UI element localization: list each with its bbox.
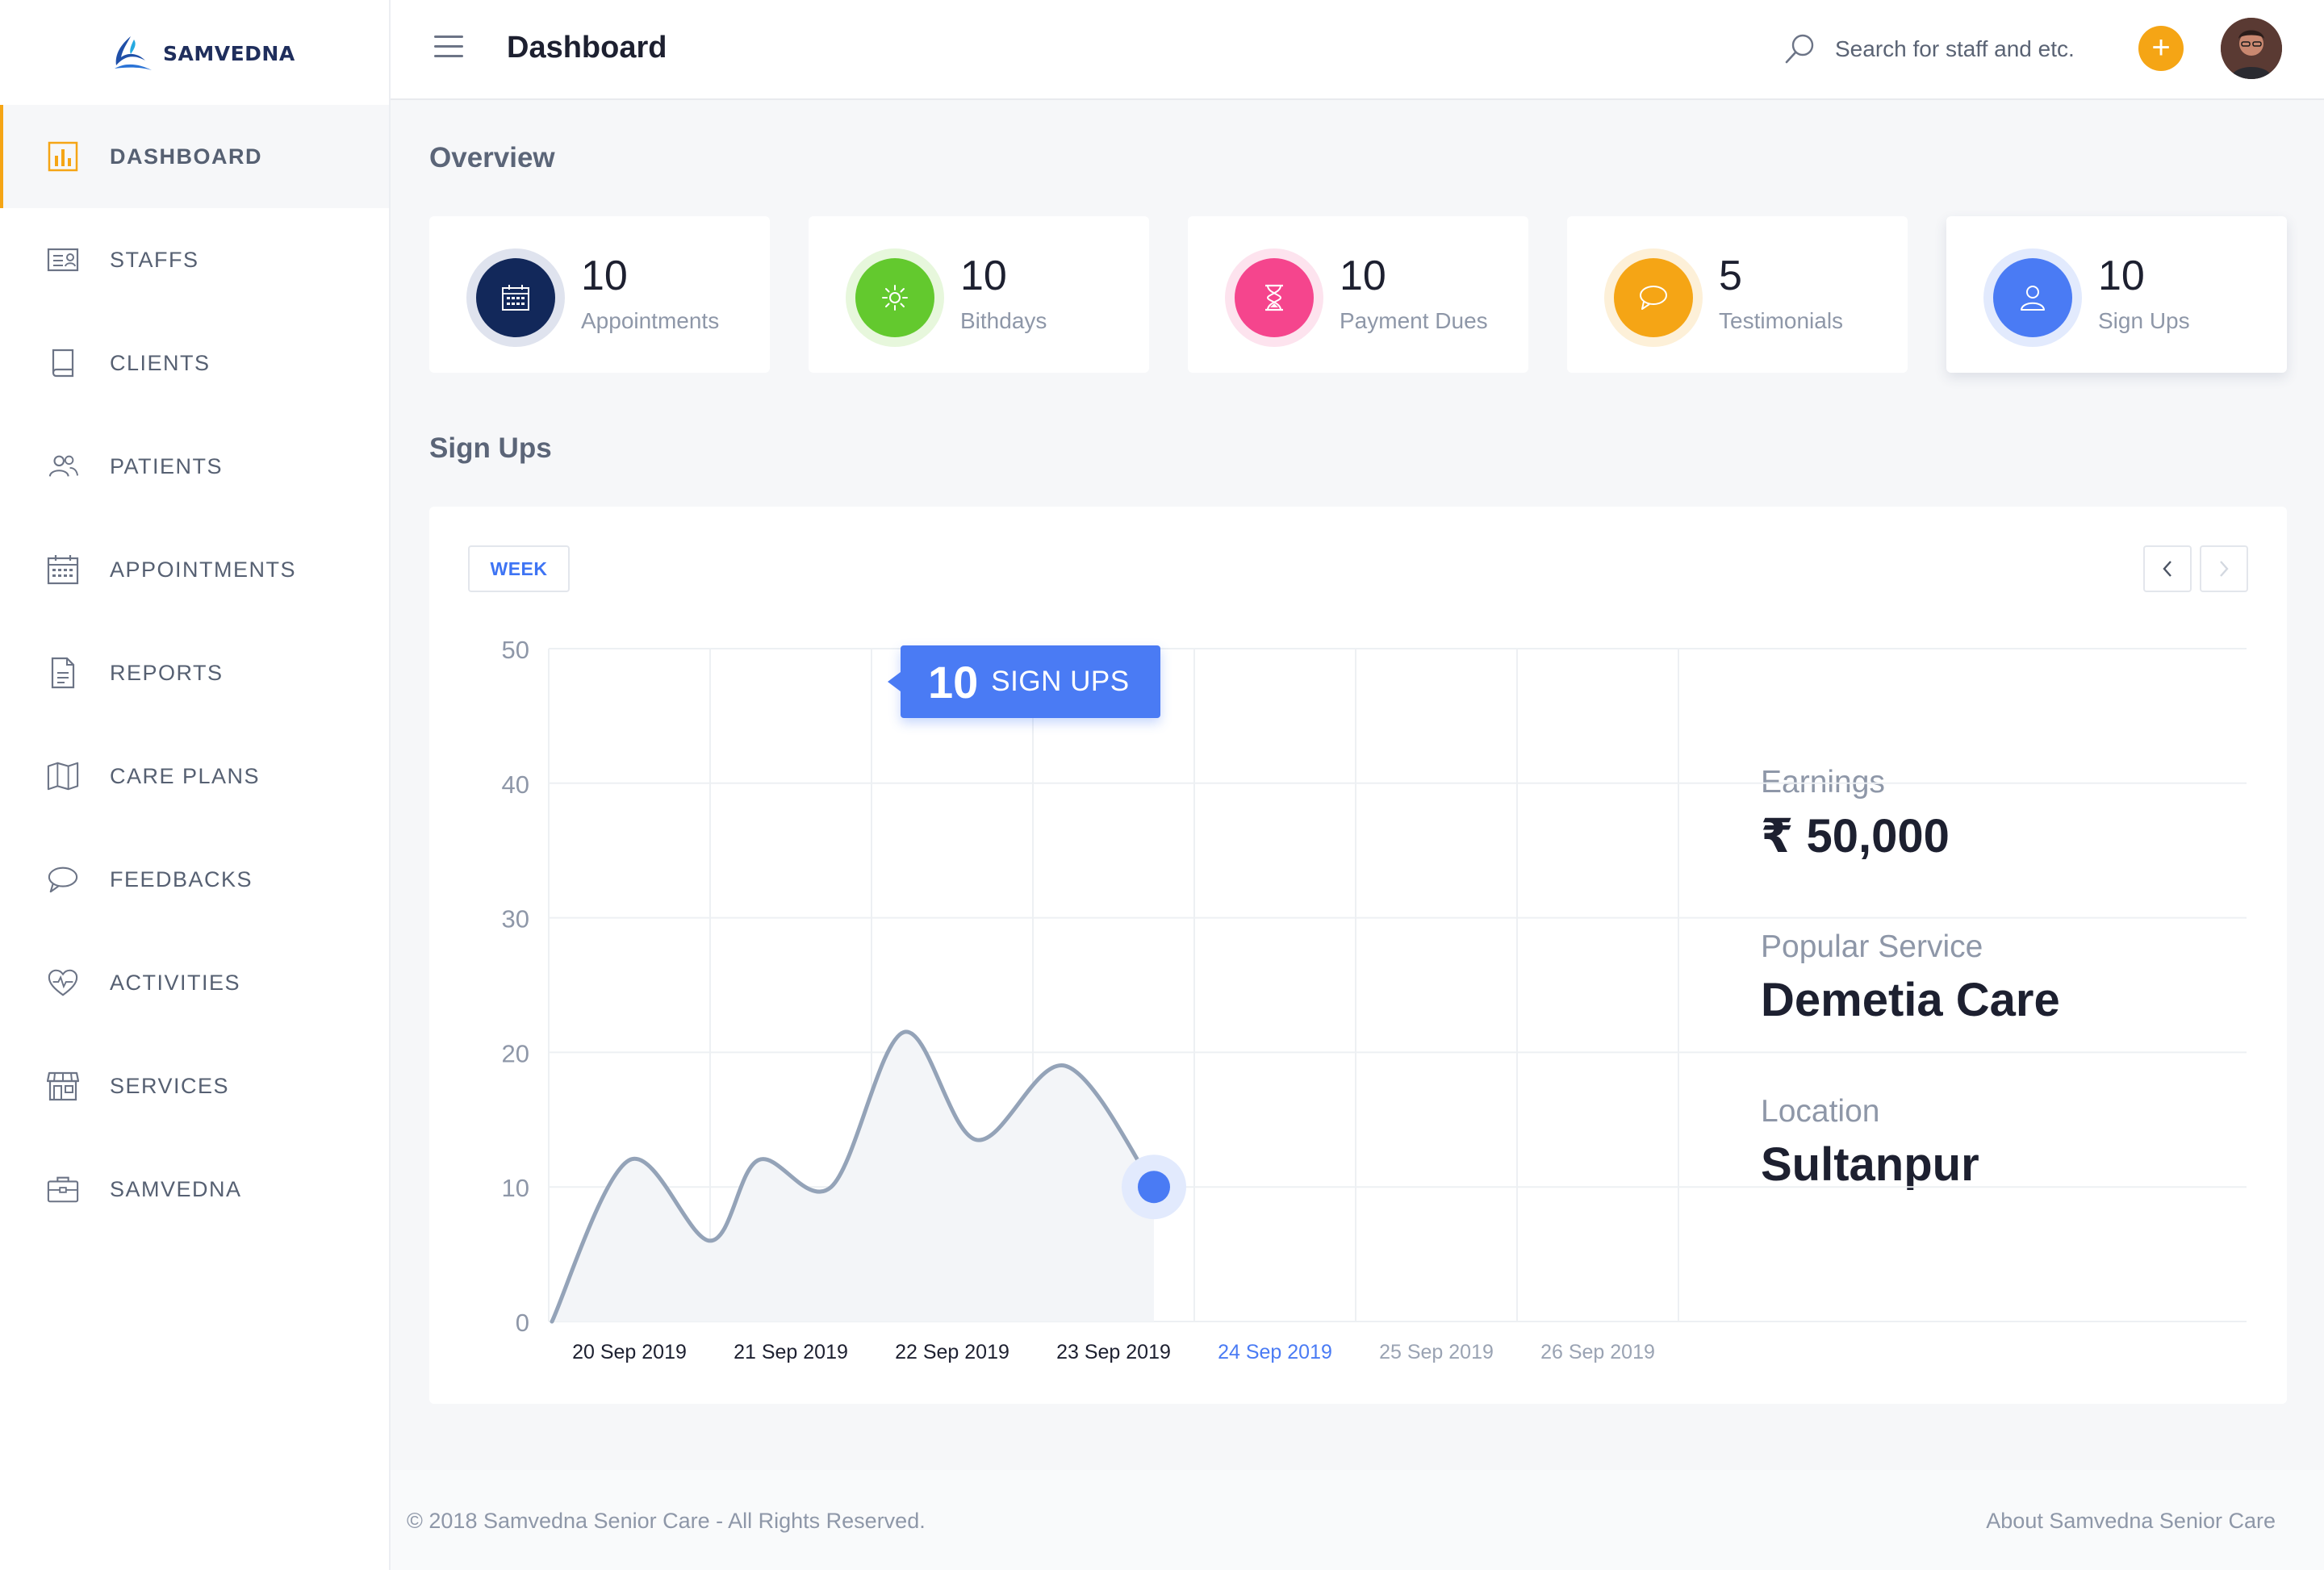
stat-icon-ring [1983,248,2082,347]
sidebar-item-label: CARE PLANS [110,763,261,788]
tooltip-label: SIGN UPS [991,666,1130,697]
id-card-icon [47,244,79,276]
top-header: Dashboard + [391,0,2324,100]
next-week-button[interactable] [2200,545,2248,592]
user-photo-icon [2221,18,2282,79]
search-input[interactable] [1835,31,2077,68]
chevron-left-icon [2163,561,2171,577]
chevron-right-icon [2220,561,2229,577]
popular-service-label: Popular Service [1761,929,1983,964]
book-icon [47,347,79,379]
bar-chart-icon [47,140,79,173]
sidebar-item-label: ACTIVITIES [110,970,241,995]
sidebar-item-staffs[interactable]: STAFFS [0,208,389,311]
stat-card-sign-ups[interactable]: 10 Sign Ups [1946,216,2287,373]
stat-value: 10 [2098,253,2145,299]
sidebar-item-feedbacks[interactable]: FEEDBACKS [0,828,389,931]
previous-week-button[interactable] [2143,545,2192,592]
sidebar-item-label: STAFFS [110,247,199,272]
sidebar-item-label: SERVICES [110,1073,230,1098]
stat-card-appointments[interactable]: 10 Appointments [429,216,770,373]
stat-card-testimonials[interactable]: 5 Testimonials [1567,216,1908,373]
sidebar-nav: DASHBOARD STAFFS CLIENTS PATIENTS APPOIN… [0,105,389,1241]
avatar[interactable] [2221,18,2282,79]
earnings-value: ₹ 50,000 [1761,810,1950,862]
sidebar-item-label: PATIENTS [110,453,224,478]
stat-value: 5 [1719,253,1742,299]
search-icon[interactable] [1783,32,1817,66]
hourglass-icon [1235,258,1314,337]
stat-label: Payment Dues [1340,308,1488,333]
earnings-label: Earnings [1761,765,1885,800]
location-value: Sultanpur [1761,1138,1979,1191]
sidebar-item-label: FEEDBACKS [110,866,253,891]
footer-copyright: © 2018 Samvedna Senior Care - All Rights… [407,1509,926,1533]
sidebar-item-label: APPOINTMENTS [110,557,297,582]
stat-value: 10 [581,253,628,299]
location-label: Location [1761,1094,1880,1129]
footer-about-link[interactable]: About Samvedna Senior Care [1986,1509,2276,1534]
sidebar-item-care-plans[interactable]: CARE PLANS [0,724,389,828]
week-range-button[interactable]: WEEK [468,545,570,592]
stat-value: 10 [960,253,1007,299]
signups-title: Sign Ups [429,432,552,464]
sidebar-item-activities[interactable]: ACTIVITIES [0,931,389,1034]
chat-bubble-icon [1614,258,1693,337]
popular-service-value: Demetia Care [1761,974,2060,1026]
overview-title: Overview [429,142,555,173]
stat-label: Bithdays [960,308,1047,333]
brand-name: SAMVEDNA [163,41,295,65]
sidebar: SAMVEDNA DASHBOARD STAFFS CLIENTS PATIEN… [0,0,391,1570]
samvedna-logo-icon [115,36,152,70]
stat-icon-ring [846,248,944,347]
users-icon [47,450,79,482]
stat-icon-ring [1604,248,1703,347]
sidebar-item-label: CLIENTS [110,350,211,375]
briefcase-icon [47,1173,79,1205]
sidebar-item-label: SAMVEDNA [110,1176,242,1201]
stat-label: Appointments [581,308,720,333]
sidebar-item-label: DASHBOARD [110,144,262,169]
hamburger-menu-icon[interactable] [434,35,463,61]
signups-chart-card: WEEK Earnings ₹ 50,000 Popular Service D… [429,507,2287,1404]
stat-card-birthdays[interactable]: 10 Bithdays [809,216,1149,373]
stat-label: Testimonials [1719,308,1844,333]
sidebar-item-samvedna[interactable]: SAMVEDNA [0,1138,389,1241]
stat-icon-ring [466,248,565,347]
add-button[interactable]: + [2138,26,2184,71]
chat-bubble-icon [47,863,79,896]
sidebar-item-clients[interactable]: CLIENTS [0,311,389,415]
brand-logo[interactable]: SAMVEDNA [110,29,295,77]
stat-value: 10 [1340,253,1386,299]
tooltip-value: 10 [928,656,979,708]
storefront-icon [47,1070,79,1102]
sidebar-item-reports[interactable]: REPORTS [0,621,389,724]
map-icon [47,760,79,792]
document-icon [47,657,79,689]
page-title: Dashboard [507,31,667,65]
sun-icon [855,258,934,337]
heartbeat-icon [47,967,79,999]
signups-tooltip: 10 SIGN UPS [888,645,1160,718]
stat-label: Sign Ups [2098,308,2190,333]
sidebar-item-services[interactable]: SERVICES [0,1034,389,1138]
user-icon [1993,258,2072,337]
sidebar-item-label: REPORTS [110,660,224,685]
calendar-icon [476,258,555,337]
sidebar-item-dashboard[interactable]: DASHBOARD [0,105,389,208]
sidebar-item-patients[interactable]: PATIENTS [0,415,389,518]
calendar-icon [47,553,79,586]
stat-card-payment-dues[interactable]: 10 Payment Dues [1188,216,1528,373]
stat-icon-ring [1225,248,1323,347]
sidebar-item-appointments[interactable]: APPOINTMENTS [0,518,389,621]
